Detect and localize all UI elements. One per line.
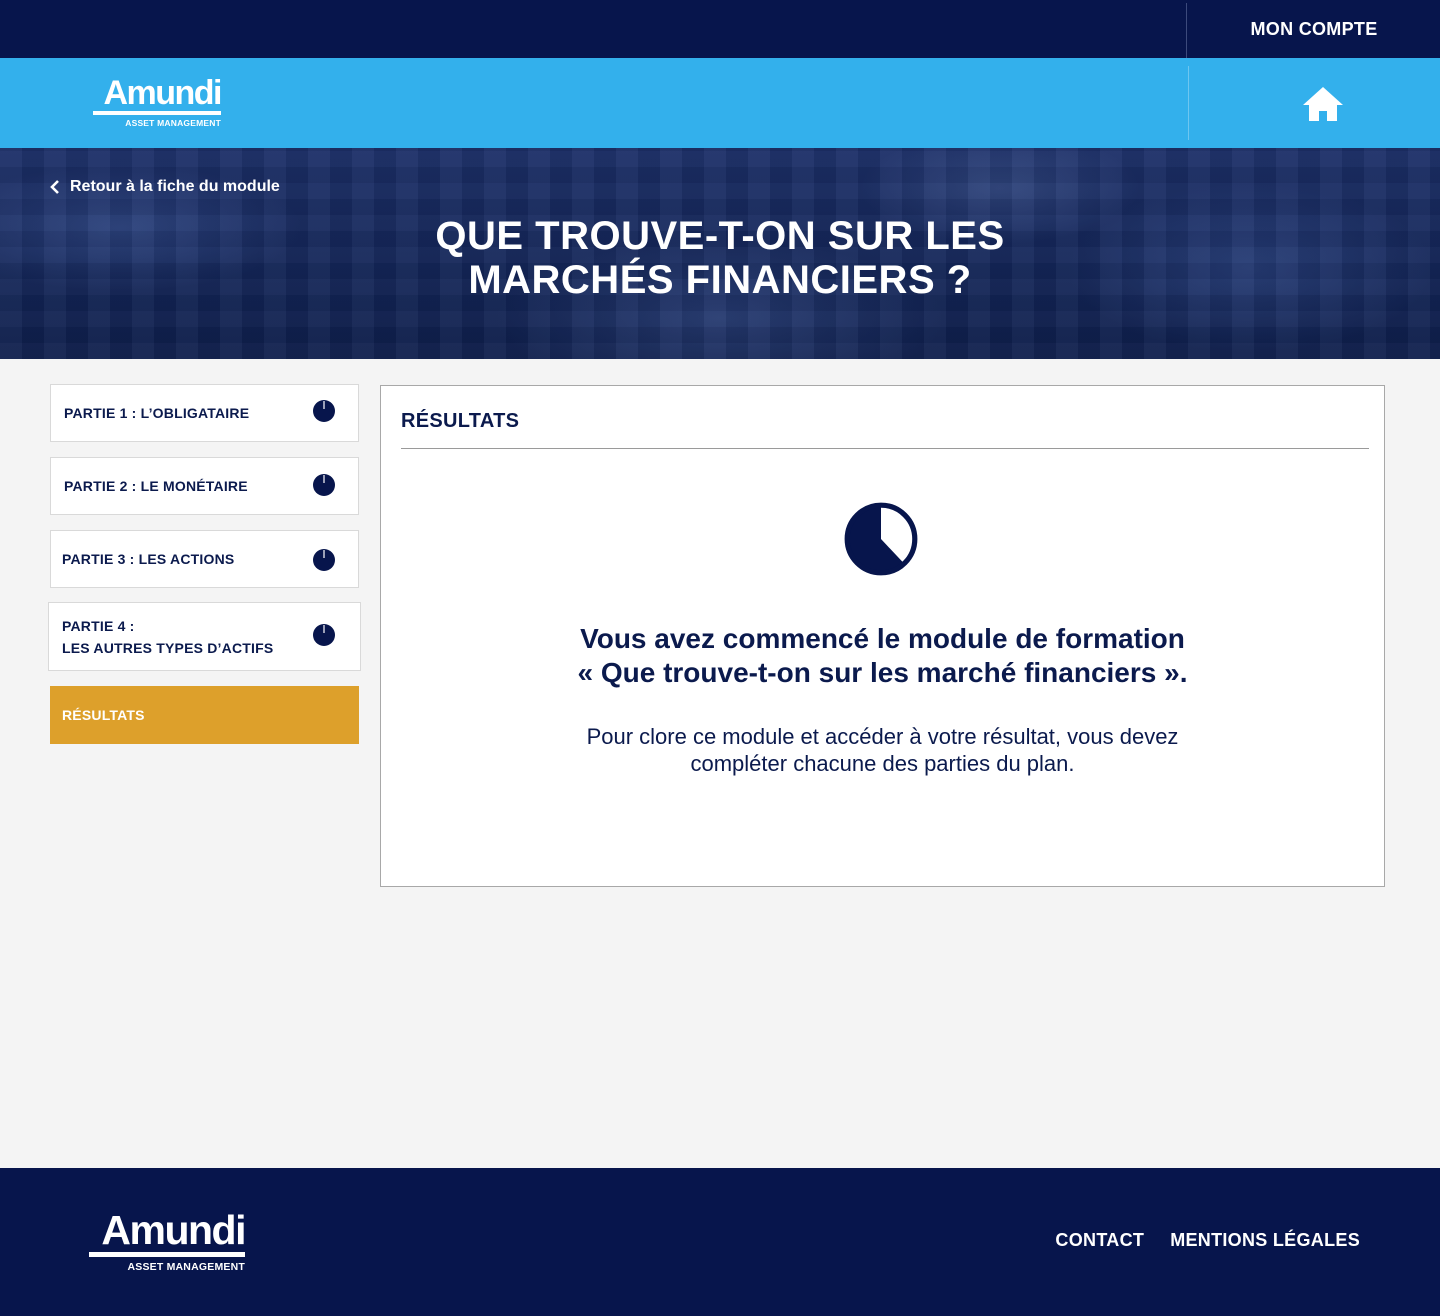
top-bar: MON COMPTE [0,0,1440,58]
results-instructions-line-1: Pour clore ce module et accéder à votre … [586,724,1179,749]
sidebar-item-label: PARTIE 2 : LE MONÉTAIRE [64,478,248,494]
results-panel: RÉSULTATS Vous avez commencé le module d… [380,385,1385,887]
pie-progress-icon [313,624,335,646]
logo-underline [93,111,221,115]
sidebar-item-label-line-1: PARTIE 4 : [62,617,135,634]
sidebar-item-label-line-2: LES AUTRES TYPES D’ACTIFS [62,639,274,656]
pie-progress-icon [313,474,335,496]
footer-links: CONTACT MENTIONS LÉGALES [1055,1230,1360,1251]
chevron-left-icon [50,180,59,194]
page-title-line-2: MARCHÉS FINANCIERS ? [468,258,972,302]
sidebar-item-resultats[interactable]: RÉSULTATS [50,686,359,744]
home-button[interactable] [1300,84,1346,124]
sidebar-item-label: PARTIE 1 : L’OBLIGATAIRE [64,405,250,421]
back-link-label: Retour à la fiche du module [70,178,280,195]
sidebar-item-label: PARTIE 4 : LES AUTRES TYPES D’ACTIFS [62,616,273,658]
brand-bar-divider [1188,66,1189,140]
results-instructions: Pour clore ce module et accéder à votre … [381,723,1384,777]
logo-underline [89,1252,245,1257]
results-title: RÉSULTATS [401,410,520,432]
results-divider [401,448,1369,449]
top-bar-divider [1186,3,1187,58]
logo-tagline: ASSET MANAGEMENT [125,118,221,128]
page-title-line-1: QUE TROUVE-T-ON SUR LES [435,214,1005,258]
sidebar-item-partie-4[interactable]: PARTIE 4 : LES AUTRES TYPES D’ACTIFS [48,602,361,671]
sidebar-item-label: PARTIE 3 : LES ACTIONS [62,551,235,567]
page-title: QUE TROUVE-T-ON SUR LES MARCHÉS FINANCIE… [0,214,1440,302]
logo-wordmark: Amundi [101,1207,246,1253]
legal-notice-link[interactable]: MENTIONS LÉGALES [1170,1230,1360,1251]
results-instructions-line-2: compléter chacune des parties du plan. [690,751,1075,776]
home-icon [1303,87,1343,121]
hero-banner: Retour à la fiche du module QUE TROUVE-T… [0,148,1440,359]
amundi-logo[interactable]: Amundi ASSET MANAGEMENT [93,74,222,128]
my-account-link[interactable]: MON COMPTE [1188,0,1440,58]
footer-amundi-logo[interactable]: Amundi ASSET MANAGEMENT [89,1207,246,1273]
pie-progress-icon [844,502,918,576]
results-message-line-1: Vous avez commencé le module de formatio… [580,623,1185,654]
contact-link[interactable]: CONTACT [1055,1230,1144,1251]
logo-wordmark: Amundi [103,74,222,112]
logo-tagline: ASSET MANAGEMENT [127,1261,245,1273]
sidebar-item-partie-2[interactable]: PARTIE 2 : LE MONÉTAIRE [50,457,359,515]
results-message-line-2: « Que trouve-t-on sur les marché financi… [577,657,1188,688]
pie-progress-icon [313,549,335,571]
back-to-module-link[interactable]: Retour à la fiche du module [50,178,280,196]
sidebar-item-partie-1[interactable]: PARTIE 1 : L’OBLIGATAIRE [50,384,359,442]
results-message: Vous avez commencé le module de formatio… [381,622,1384,690]
pie-progress-icon [313,400,335,422]
sidebar-item-label: RÉSULTATS [62,707,145,723]
sidebar-item-partie-3[interactable]: PARTIE 3 : LES ACTIONS [50,530,359,588]
